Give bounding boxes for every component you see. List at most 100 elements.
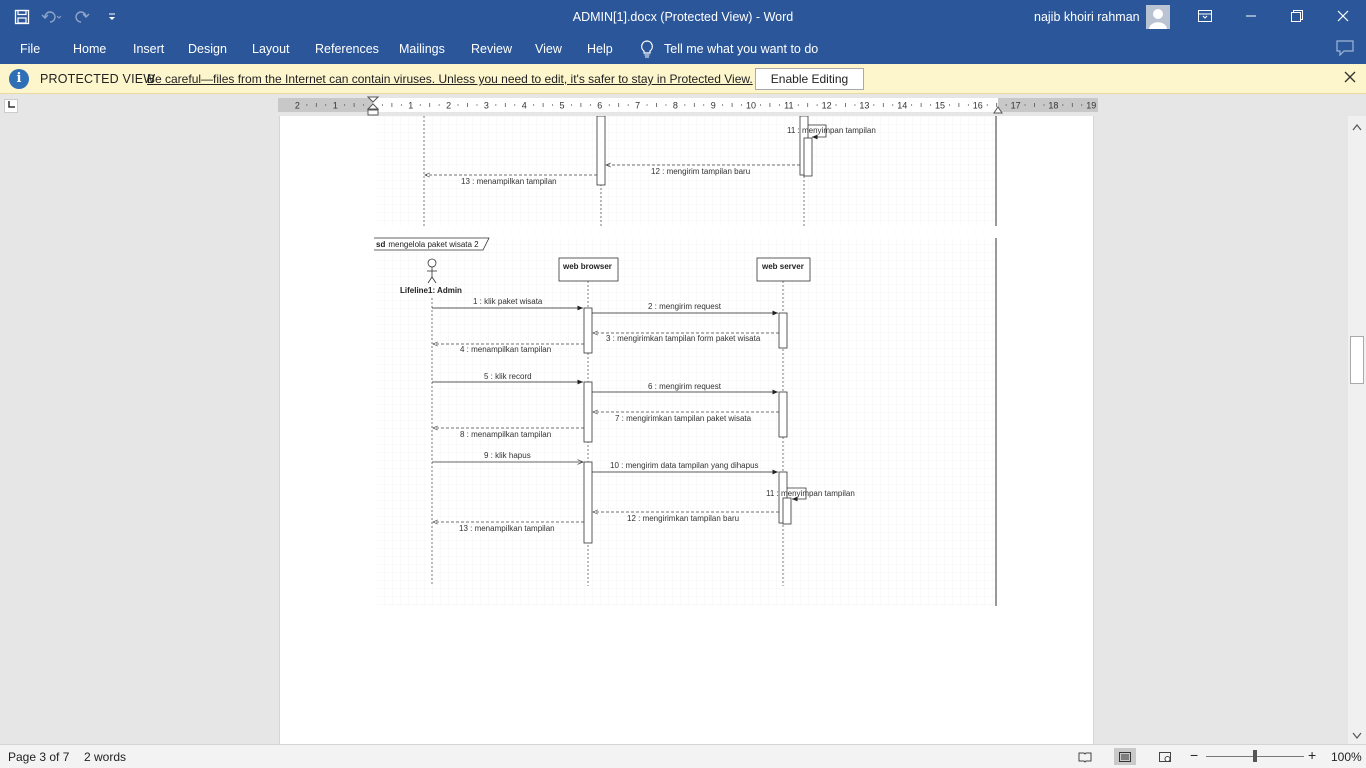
comments-button[interactable] <box>1336 40 1354 59</box>
close-icon <box>1344 71 1356 83</box>
msg-3: 3 : mengirimkan tampilan form paket wisa… <box>606 334 761 343</box>
document-page[interactable]: 11 : menyimpan tampilan 12 : mengirim ta… <box>279 116 1094 744</box>
tab-design[interactable]: Design <box>188 42 227 56</box>
ruler-number: 19 <box>1086 101 1096 111</box>
zoom-slider-thumb[interactable] <box>1253 750 1257 762</box>
ribbon-display-icon <box>1198 10 1212 22</box>
tab-home[interactable]: Home <box>73 42 106 56</box>
tab-mailings[interactable]: Mailings <box>399 42 445 56</box>
zoom-out-button[interactable]: − <box>1190 747 1198 763</box>
horizontal-ruler[interactable]: 2 1 1 2 3 4 5 6 7 8 9 10 11 12 13 14 15 16 17 18 19 <box>278 96 1098 116</box>
zoom-in-button[interactable]: + <box>1308 747 1316 763</box>
restore-button[interactable] <box>1274 0 1320 32</box>
scroll-thumb[interactable] <box>1350 336 1364 384</box>
ruler-number: 1 <box>408 101 413 111</box>
tell-me-search[interactable]: Tell me what you want to do <box>640 40 818 58</box>
ribbon-tabs: File Home Insert Design Layout Reference… <box>0 34 1366 64</box>
ruler-number: 12 <box>822 101 832 111</box>
lightbulb-icon <box>641 40 653 58</box>
msg-7: 7 : mengirimkan tampilan paket wisata <box>615 414 752 423</box>
close-button[interactable] <box>1320 0 1366 32</box>
comment-icon <box>1336 40 1354 57</box>
window-controls <box>1182 0 1366 32</box>
ruler-number: 4 <box>522 101 527 111</box>
ruler-number: 2 <box>295 101 300 111</box>
msg-10: 10 : mengirim data tampilan yang dihapus <box>610 461 759 470</box>
ruler-number: 8 <box>673 101 678 111</box>
scroll-up-icon[interactable] <box>1352 123 1362 131</box>
ruler-number: 14 <box>897 101 907 111</box>
read-mode-button[interactable] <box>1074 748 1096 765</box>
ruler-number: 10 <box>746 101 756 111</box>
scroll-down-icon[interactable] <box>1352 732 1362 740</box>
read-mode-icon <box>1078 752 1092 763</box>
ruler-number: 2 <box>446 101 451 111</box>
tab-selector[interactable] <box>4 99 18 113</box>
protected-view-bar: i PROTECTED VIEW Be careful—files from t… <box>0 64 1366 94</box>
user-name[interactable]: najib khoiri rahman <box>1034 10 1140 24</box>
msg-5: 5 : klik record <box>484 372 532 381</box>
ruler-number: 11 <box>784 101 793 111</box>
tab-view[interactable]: View <box>535 42 562 56</box>
ruler-number: 15 <box>935 101 945 111</box>
ruler-number: 3 <box>484 101 489 111</box>
right-indent-marker-icon[interactable] <box>993 106 1003 114</box>
close-protected-bar-button[interactable] <box>1344 70 1356 87</box>
msg-2: 2 : mengirim request <box>648 302 722 311</box>
ruler-bar: 2 1 1 2 3 4 5 6 7 8 9 10 11 12 13 14 15 16 17 18 19 <box>0 94 1366 116</box>
msg-9: 9 : klik hapus <box>484 451 531 460</box>
close-icon <box>1337 10 1349 22</box>
ribbon-display-options-button[interactable] <box>1182 0 1228 32</box>
print-layout-button[interactable] <box>1114 748 1136 765</box>
web-server-label: web server <box>761 262 804 271</box>
left-tab-icon <box>8 101 15 108</box>
tab-layout[interactable]: Layout <box>252 42 290 56</box>
sequence-diagram-image[interactable]: 11 : menyimpan tampilan 12 : mengirim ta… <box>280 116 1095 744</box>
word-count[interactable]: 2 words <box>84 750 126 764</box>
print-layout-icon <box>1119 751 1131 762</box>
tab-references[interactable]: References <box>315 42 379 56</box>
user-icon <box>1149 9 1167 29</box>
web-layout-button[interactable] <box>1154 748 1176 765</box>
info-icon: i <box>9 69 29 89</box>
sequence-diagram: sd mengelola paket wisata 2 Lifeline1: Ad… <box>374 237 997 606</box>
zoom-level[interactable]: 100% <box>1331 750 1362 764</box>
page-count[interactable]: Page 3 of 7 <box>8 750 69 764</box>
top-msg-11: 11 : menyimpan tampilan <box>787 126 876 135</box>
protected-view-message[interactable]: Be careful—files from the Internet can c… <box>147 72 753 86</box>
msg-4: 4 : menampilkan tampilan <box>460 345 551 354</box>
svg-text:sdmengelola paket wisata 2: sd mengelola paket wisata 2 <box>376 240 479 249</box>
ruler-number: 6 <box>597 101 602 111</box>
protected-view-title: PROTECTED VIEW <box>40 72 156 86</box>
ruler-number: 16 <box>973 101 983 111</box>
tab-file[interactable]: File <box>20 42 40 56</box>
ruler-number: 17 <box>1011 101 1021 111</box>
ruler-number: 13 <box>859 101 869 111</box>
ruler-number: 7 <box>635 101 640 111</box>
tab-insert[interactable]: Insert <box>133 42 164 56</box>
minimize-button[interactable] <box>1228 0 1274 32</box>
minimize-icon <box>1246 15 1256 17</box>
title-bar: ADMIN[1].docx (Protected View) - Word na… <box>0 0 1366 34</box>
tab-help[interactable]: Help <box>587 42 613 56</box>
tell-me-label: Tell me what you want to do <box>664 42 819 56</box>
enable-editing-button[interactable]: Enable Editing <box>755 68 864 90</box>
actor-label: Lifeline1: Admin <box>400 286 462 295</box>
status-bar: Page 3 of 7 2 words − + 100% <box>0 744 1366 768</box>
frame-title: mengelola paket wisata 2 <box>388 240 479 249</box>
previous-diagram: 11 : menyimpan tampilan 12 : mengirim ta… <box>377 116 997 226</box>
msg-6: 6 : mengirim request <box>648 382 722 391</box>
indent-marker-icon[interactable] <box>367 96 379 118</box>
ruler-number: 5 <box>559 101 564 111</box>
web-layout-icon <box>1159 751 1171 762</box>
avatar[interactable] <box>1146 5 1170 29</box>
msg-8: 8 : menampilkan tampilan <box>460 430 551 439</box>
ruler-number: 9 <box>711 101 716 111</box>
msg-11: 11 : menyimpan tampilan <box>766 489 855 498</box>
restore-icon <box>1291 10 1303 22</box>
top-msg-12: 12 : mengirim tampilan baru <box>651 167 750 176</box>
msg-1: 1 : klik paket wisata <box>473 297 543 306</box>
vertical-scrollbar[interactable] <box>1348 116 1366 744</box>
ruler-number: 1 <box>333 101 338 111</box>
tab-review[interactable]: Review <box>471 42 512 56</box>
